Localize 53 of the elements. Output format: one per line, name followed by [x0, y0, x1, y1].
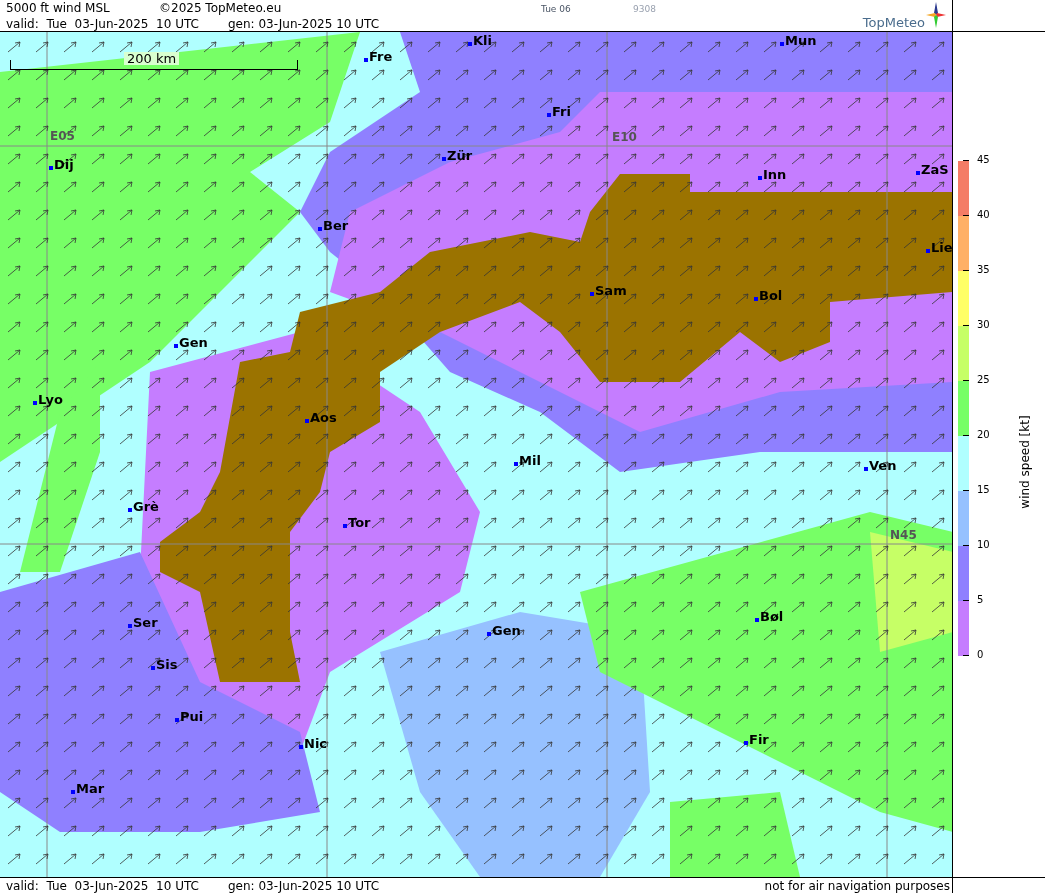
place-label: Kli	[473, 34, 492, 47]
place-label: ZaS	[921, 163, 949, 176]
code-label: 9308	[633, 4, 656, 14]
place-label: Mar	[76, 782, 105, 795]
place-label: Pui	[180, 710, 204, 723]
generated-time: gen: 03-Jun-2025 10 UTC	[228, 17, 380, 30]
place-label: Dij	[54, 158, 74, 171]
legend-tick-label: 15	[977, 485, 990, 495]
place-label: Sis	[156, 658, 178, 671]
place-label: Nic	[304, 737, 328, 750]
valid-time: valid: Tue 03-Jun-2025 10 UTC	[6, 17, 200, 30]
place-label: Gen	[492, 624, 521, 637]
copyright-text: ©2025 TopMeteo.eu	[159, 1, 283, 14]
place-label: Aos	[310, 411, 337, 424]
place-label: Bøl	[760, 610, 784, 623]
place-label: Ven	[869, 459, 897, 472]
legend-title: wind speed [kt]	[1019, 415, 1031, 509]
grid-label: E10	[612, 131, 637, 143]
legend-tick-label: 20	[977, 430, 990, 440]
legend-tick-label: 0	[977, 650, 984, 660]
place-label: Inn	[763, 168, 787, 181]
place-label: Fre	[369, 50, 393, 63]
place-label: Fir	[749, 733, 769, 746]
place-label: Zür	[447, 149, 473, 162]
disclaimer-text: not for air navigation purposes	[764, 879, 951, 892]
place-label: Mil	[519, 454, 541, 467]
logo-text: TopMeteo	[862, 16, 925, 29]
place-label: Ser	[133, 616, 158, 629]
place-label: Tor	[348, 516, 371, 529]
scale-label: 200 km	[124, 52, 180, 65]
legend-tick-label: 5	[977, 595, 984, 605]
place-label: Gen	[179, 336, 208, 349]
place-label: Sam	[595, 284, 627, 297]
legend-tick-label: 45	[977, 155, 990, 165]
day-label: Tue 06	[541, 4, 572, 14]
grid-label: N45	[890, 529, 917, 541]
legend-tick-label: 25	[977, 375, 990, 385]
legend-tick-label: 40	[977, 210, 990, 220]
place-label: Fri	[552, 105, 571, 118]
place-label: Mun	[785, 34, 817, 47]
place-label: Lie	[931, 241, 952, 254]
grid-label: E05	[50, 130, 75, 142]
valid-time: valid: Tue 03-Jun-2025 10 UTC	[6, 879, 200, 892]
place-label: Ber	[323, 219, 349, 232]
place-label: Grè	[133, 500, 159, 513]
compass-star-icon	[926, 2, 946, 28]
generated-time: gen: 03-Jun-2025 10 UTC	[228, 879, 380, 892]
place-label: Lyo	[38, 393, 63, 406]
place-label: Bol	[759, 289, 783, 302]
legend-tick-label: 35	[977, 265, 990, 275]
legend-tick-label: 10	[977, 540, 990, 550]
product-title: 5000 ft wind MSL	[6, 1, 111, 14]
legend-tick-label: 30	[977, 320, 990, 330]
